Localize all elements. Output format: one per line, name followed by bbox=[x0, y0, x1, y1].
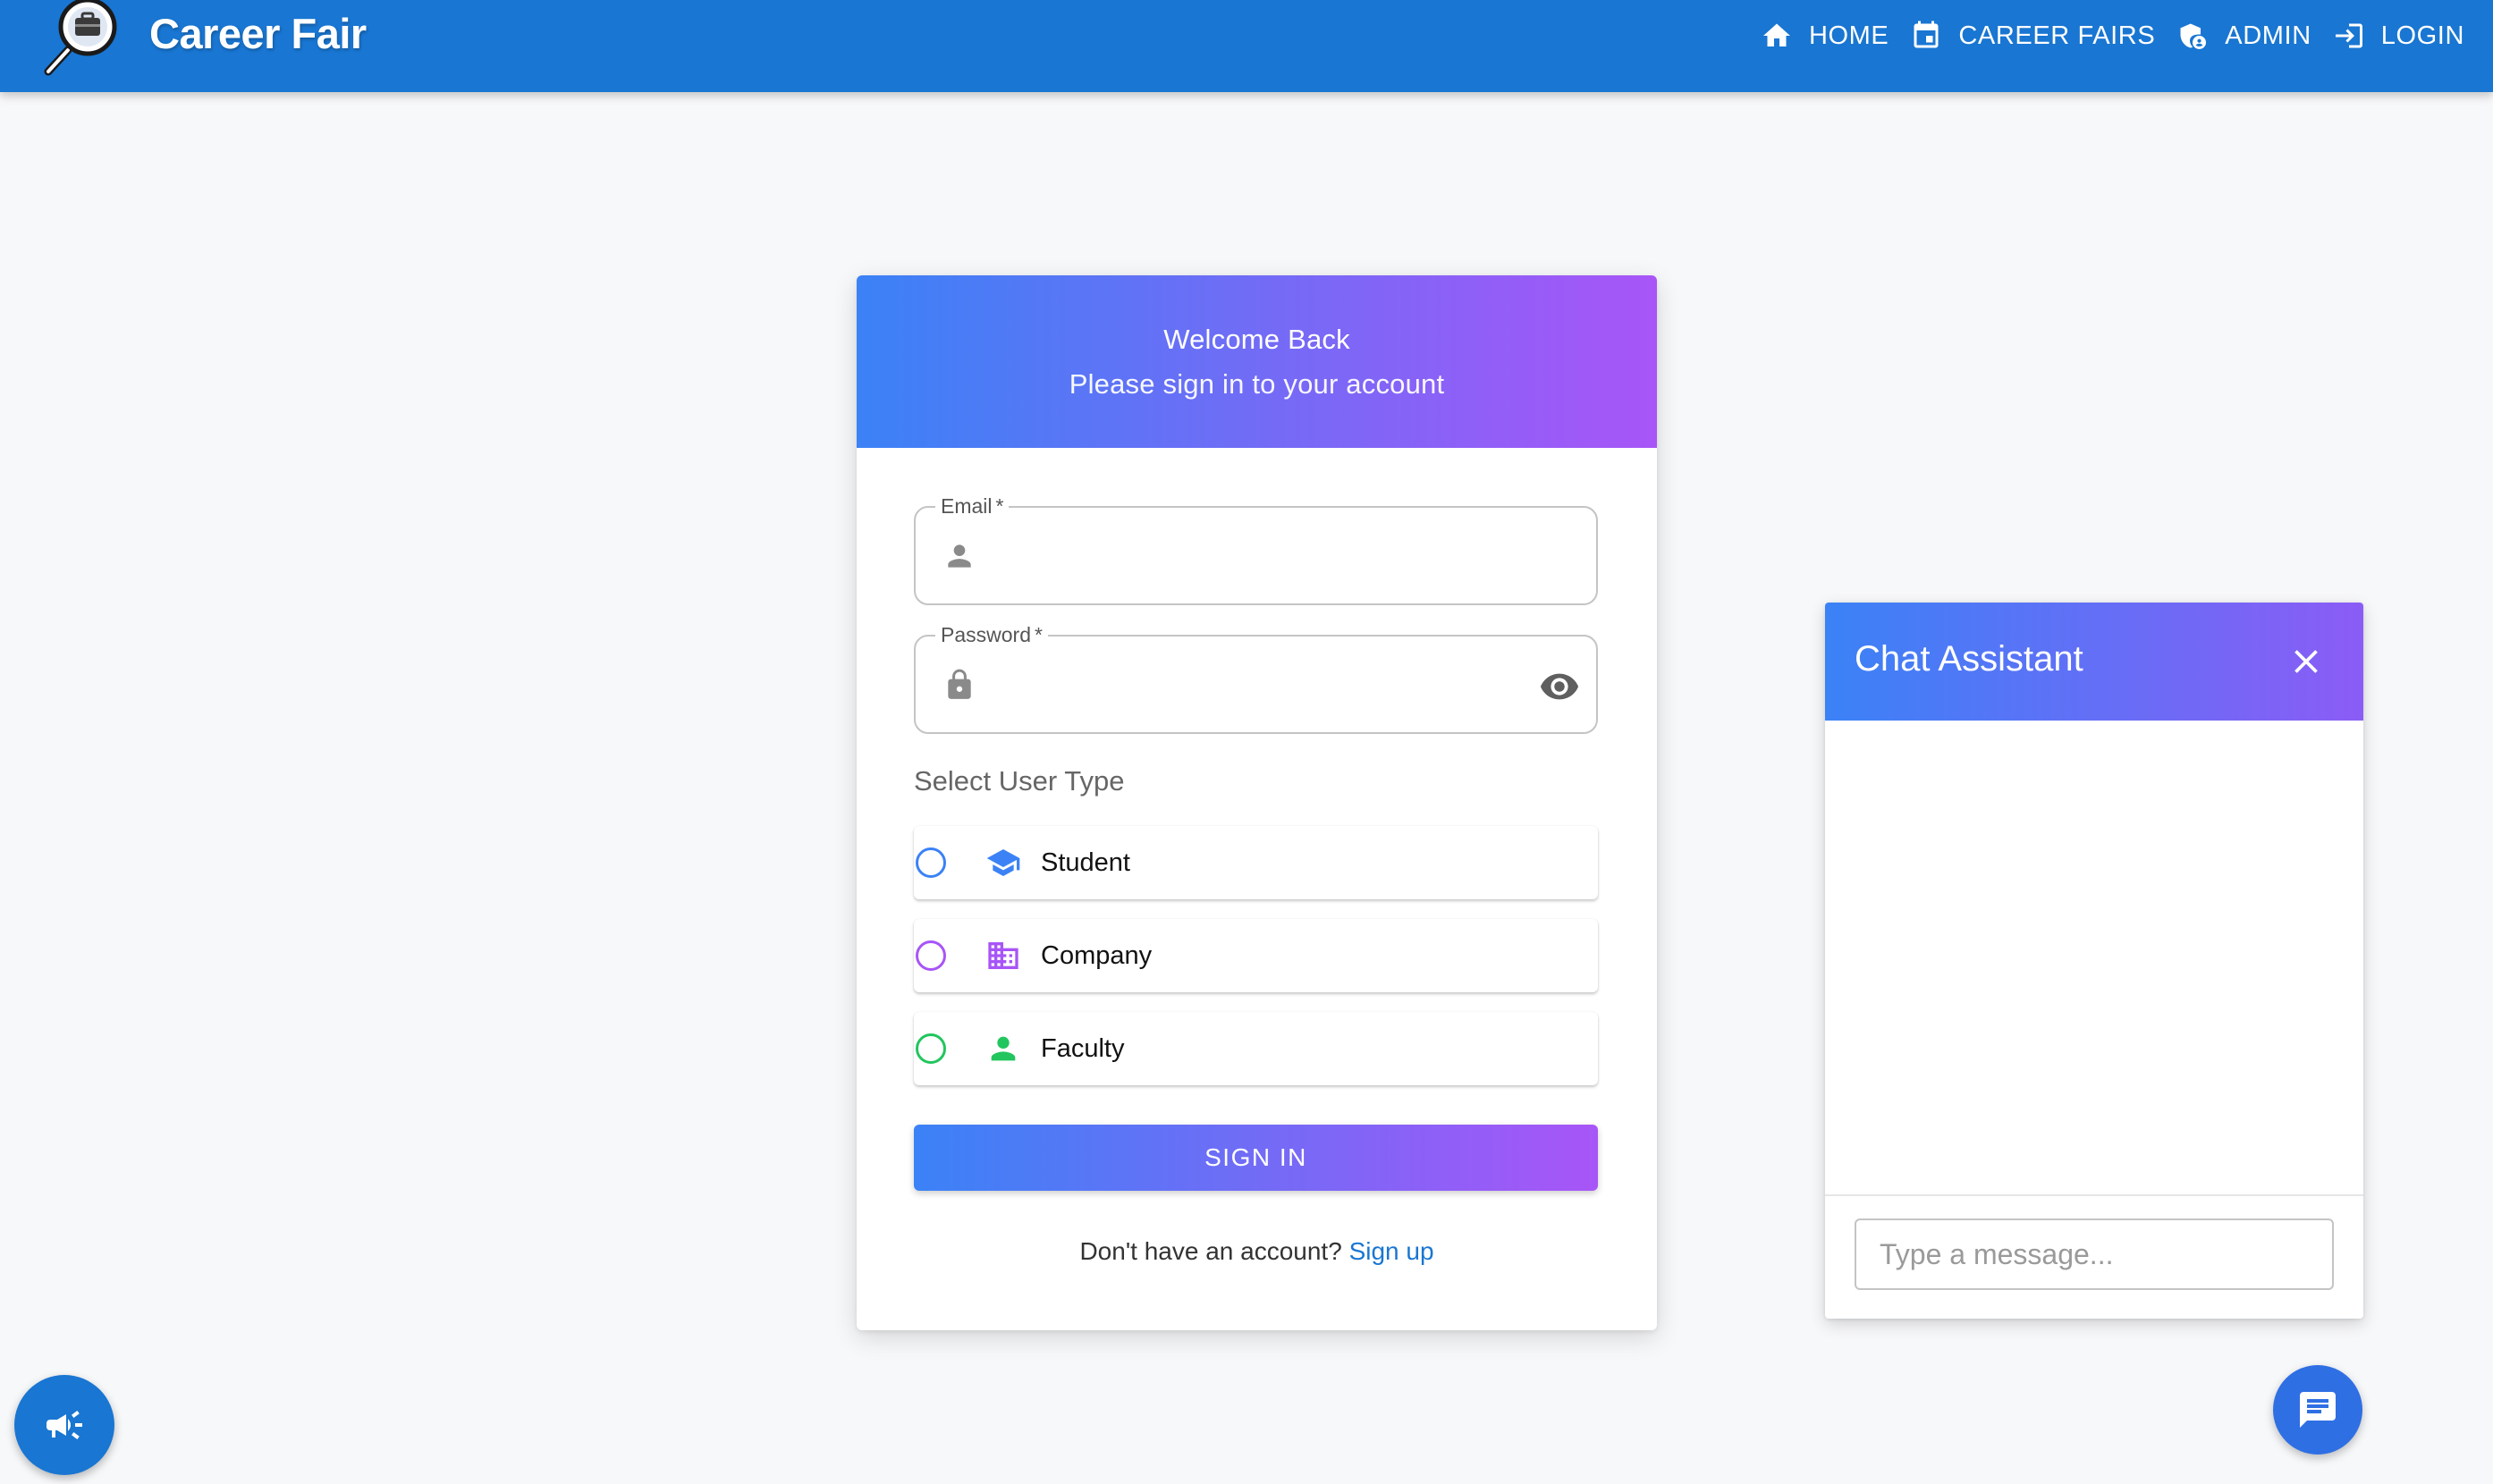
chat-messages bbox=[1825, 721, 2363, 1194]
campaign-icon bbox=[46, 1411, 82, 1439]
home-icon bbox=[1762, 23, 1790, 46]
top-nav: HOME CAREER FAIRS ADMIN LOGIN bbox=[1750, 0, 2475, 72]
student-label: Student bbox=[1041, 847, 1130, 877]
nav-home[interactable]: HOME bbox=[1750, 11, 1899, 61]
admin-shield-icon bbox=[2180, 23, 2207, 49]
chat-header: Chat Assistant bbox=[1825, 603, 2363, 721]
chat-divider bbox=[1825, 1194, 2363, 1196]
password-input[interactable] bbox=[994, 658, 1495, 712]
login-title: Welcome Back bbox=[1163, 323, 1350, 355]
login-card-header: Welcome Back Please sign in to your acco… bbox=[857, 275, 1657, 448]
lock-icon bbox=[948, 669, 971, 699]
business-icon bbox=[988, 942, 1018, 969]
brand-title[interactable]: Career Fair bbox=[149, 9, 367, 58]
announcements-button[interactable] bbox=[14, 1375, 114, 1475]
login-card: Welcome Back Please sign in to your acco… bbox=[857, 275, 1657, 1330]
app-bar: Career Fair HOME CAREER FAIRS ADMIN LOGI… bbox=[0, 0, 2493, 92]
user-type-company-option[interactable]: Company bbox=[914, 919, 1598, 992]
chat-title: Chat Assistant bbox=[1855, 639, 2083, 679]
nav-admin[interactable]: ADMIN bbox=[2166, 11, 2321, 61]
school-icon bbox=[986, 849, 1020, 876]
chat-icon bbox=[2300, 1392, 2336, 1428]
email-label: Email * bbox=[935, 493, 1010, 519]
close-icon[interactable] bbox=[2286, 642, 2326, 681]
no-account-text: Don't have an account? bbox=[1079, 1237, 1342, 1265]
faculty-label: Faculty bbox=[1041, 1033, 1125, 1063]
signup-prompt: Don't have an account? Sign up bbox=[857, 1237, 1657, 1266]
login-icon bbox=[2335, 23, 2362, 48]
nav-admin-label: ADMIN bbox=[2225, 21, 2311, 50]
career-fair-logo-icon[interactable] bbox=[36, 0, 122, 77]
user-type-student-option[interactable]: Student bbox=[914, 826, 1598, 899]
sign-in-button[interactable]: SIGN IN bbox=[914, 1125, 1598, 1191]
chat-assistant-panel: Chat Assistant bbox=[1825, 603, 2363, 1319]
calendar-icon bbox=[1914, 21, 1939, 48]
nav-login-label: LOGIN bbox=[2380, 21, 2464, 50]
company-radio[interactable] bbox=[916, 940, 946, 971]
open-chat-button[interactable] bbox=[2273, 1365, 2362, 1454]
login-subtitle: Please sign in to your account bbox=[1069, 367, 1445, 400]
chat-message-input[interactable] bbox=[1855, 1218, 2334, 1290]
nav-login[interactable]: LOGIN bbox=[2322, 11, 2475, 61]
company-label: Company bbox=[1041, 940, 1153, 970]
faculty-radio[interactable] bbox=[916, 1033, 946, 1064]
nav-home-label: HOME bbox=[1808, 21, 1889, 50]
student-radio[interactable] bbox=[916, 847, 946, 878]
person-icon bbox=[991, 1036, 1016, 1061]
email-field[interactable]: Email * bbox=[914, 493, 1598, 605]
user-type-faculty-option[interactable]: Faculty bbox=[914, 1012, 1598, 1085]
user-type-label: Select User Type bbox=[914, 765, 1125, 797]
password-field[interactable]: Password * bbox=[914, 622, 1598, 734]
person-icon bbox=[948, 544, 971, 568]
password-label: Password * bbox=[935, 622, 1048, 647]
eye-icon[interactable] bbox=[1539, 666, 1580, 707]
nav-career-fairs[interactable]: CAREER FAIRS bbox=[1899, 11, 2166, 61]
nav-career-fairs-label: CAREER FAIRS bbox=[1958, 21, 2156, 50]
sign-up-link[interactable]: Sign up bbox=[1349, 1237, 1434, 1265]
email-input[interactable] bbox=[994, 529, 1495, 583]
